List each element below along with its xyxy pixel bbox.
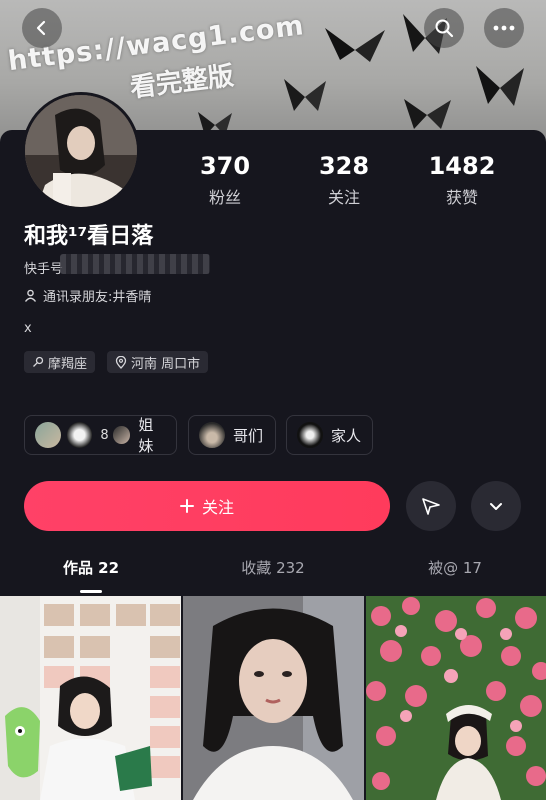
- avatar[interactable]: [22, 92, 140, 210]
- group-count: 8: [100, 427, 109, 443]
- member-avatar: [64, 420, 95, 450]
- search-button[interactable]: [424, 8, 464, 48]
- contact-friend-text: 通讯录朋友:井香晴: [43, 290, 152, 305]
- tab-works[interactable]: 作品 22: [0, 557, 182, 587]
- back-button[interactable]: [22, 8, 62, 48]
- more-button[interactable]: [484, 8, 524, 48]
- more-dots-icon: [493, 25, 515, 31]
- paper-plane-icon: [422, 498, 440, 515]
- group-brothers[interactable]: 哥们: [188, 415, 276, 455]
- zodiac-icon: [33, 356, 44, 367]
- stat-followers[interactable]: 370 粉丝: [170, 152, 280, 208]
- stat-label: 获赞: [445, 188, 478, 207]
- stat-value: 370: [199, 152, 251, 180]
- active-tab-indicator: [80, 590, 102, 593]
- butterfly-decoration: [476, 66, 524, 106]
- search-icon: [435, 19, 454, 38]
- person-icon: [24, 289, 37, 302]
- stat-following[interactable]: 328 关注: [289, 152, 399, 208]
- kuaishou-id-obscured: [60, 254, 210, 274]
- video-thumbnail[interactable]: [183, 596, 364, 800]
- stat-value: 1482: [428, 152, 496, 180]
- watermark-subtitle: 看完整版: [128, 61, 236, 104]
- chevron-down-icon: [490, 503, 502, 510]
- stat-value: 328: [318, 152, 370, 180]
- butterfly-decoration: [284, 79, 326, 111]
- content-tabs: 作品 22 收藏 232 被@ 17: [0, 557, 546, 587]
- bio: x: [24, 321, 32, 336]
- member-avatar: [33, 420, 63, 450]
- stat-likes[interactable]: 1482 获赞: [407, 152, 517, 208]
- tab-favorites[interactable]: 收藏 232: [182, 557, 364, 587]
- thumbnail-image: [183, 596, 364, 800]
- stat-label: 粉丝: [208, 188, 241, 207]
- member-avatar: [110, 424, 133, 446]
- stat-label: 关注: [327, 188, 360, 207]
- contact-friend: 通讯录朋友:井香晴: [24, 286, 151, 305]
- tab-mentioned[interactable]: 被@ 17: [364, 557, 546, 587]
- tag-zodiac[interactable]: 摩羯座: [24, 351, 96, 373]
- butterfly-decoration: [404, 99, 451, 129]
- plus-icon: [179, 499, 194, 513]
- location-pin-icon: [115, 355, 127, 369]
- chevron-left-icon: [36, 20, 46, 36]
- tag-label: 摩羯座: [48, 356, 88, 372]
- thumbnail-image: [366, 596, 546, 800]
- video-thumbnail[interactable]: [366, 596, 546, 800]
- group-label: 哥们: [233, 426, 264, 445]
- thumbnail-image: [0, 596, 181, 800]
- butterfly-decoration: [325, 28, 385, 62]
- group-family[interactable]: 家人: [286, 415, 373, 455]
- follow-label: 关注: [201, 498, 234, 517]
- kuaishou-id-label: 快手号: [24, 262, 64, 277]
- follow-button[interactable]: 关注: [24, 481, 390, 531]
- expand-button[interactable]: [471, 481, 521, 531]
- tag-label: 河南 周口市: [131, 356, 201, 372]
- group-label: 家人: [331, 426, 362, 445]
- member-avatar: [295, 420, 325, 450]
- send-message-button[interactable]: [406, 481, 456, 531]
- tag-location[interactable]: 河南 周口市: [107, 351, 209, 373]
- group-sisters[interactable]: 8 姐妹: [24, 415, 177, 455]
- nickname: 和我¹⁷看日落: [24, 224, 154, 249]
- group-label: 姐妹: [138, 416, 154, 455]
- member-avatar: [197, 420, 227, 450]
- video-thumbnail[interactable]: [0, 596, 181, 800]
